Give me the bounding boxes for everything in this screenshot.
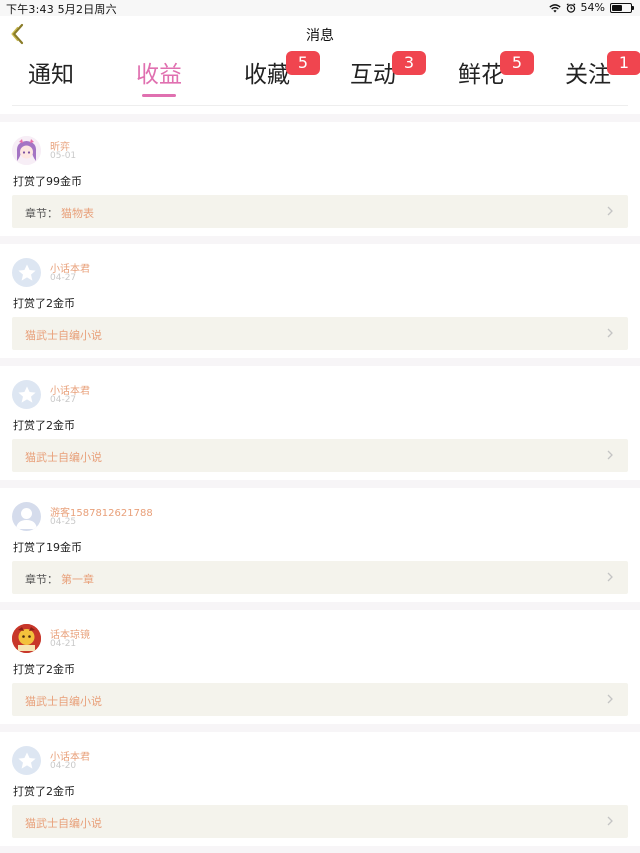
chapter-prefix: 章节： [25, 573, 58, 586]
star-avatar[interactable] [12, 380, 41, 409]
page-title: 消息 [306, 28, 334, 44]
battery-fill [612, 4, 622, 11]
chevron-left-icon [11, 23, 24, 45]
feed-item: 小话本君 04-27 打赏了2金币 猫武士自编小说 [0, 366, 640, 480]
feed-item: 游客1587812621788 04-25 打赏了19金币 章节： 第一章 [0, 488, 640, 602]
girl-avatar[interactable] [12, 136, 41, 165]
tab-follows[interactable]: 关注 1 [543, 51, 640, 104]
feed-item: 昕弈 05-01 打赏了99金币 章节： 猫物表 [0, 122, 640, 236]
tab-label: 收益 [136, 62, 182, 88]
post-date: 04-27 [50, 395, 77, 405]
chevron-right-icon [607, 450, 613, 460]
battery-percent: 54% [580, 1, 605, 14]
book-title: 猫武士自编小说 [25, 695, 102, 708]
book-title: 猫武士自编小说 [25, 451, 102, 464]
reward-description: 打赏了2金币 [13, 297, 75, 310]
tab-notifications[interactable]: 通知 [6, 58, 96, 104]
tabs-divider [12, 105, 628, 106]
chevron-right-icon [607, 694, 613, 704]
app-root: 下午3:43 5月2日周六 54% 消息 通知 收益 收藏 5 互动 3 鲜花 … [0, 0, 640, 853]
tab-favorites[interactable]: 收藏 5 [222, 51, 320, 104]
alarm-clock-icon [566, 2, 575, 13]
star-avatar[interactable] [12, 258, 41, 287]
feed-item: 小话本君 04-27 打赏了2金币 猫武士自编小说 [0, 244, 640, 358]
chevron-right-icon [607, 206, 613, 216]
book-link[interactable]: 猫武士自编小说 [12, 805, 628, 838]
chapter-title: 猫物表 [61, 207, 94, 220]
post-date: 04-21 [50, 639, 77, 649]
tab-interactions[interactable]: 互动 3 [328, 51, 426, 104]
book-link[interactable]: 猫武士自编小说 [12, 317, 628, 350]
tab-bar: 通知 收益 收藏 5 互动 3 鲜花 5 关注 1 [0, 51, 640, 114]
reward-description: 打赏了2金币 [13, 663, 75, 676]
book-title: 猫武士自编小说 [25, 817, 102, 830]
back-button[interactable] [4, 20, 32, 48]
post-date: 04-25 [50, 517, 77, 527]
reward-description: 打赏了19金币 [13, 541, 82, 554]
wifi-icon [548, 3, 561, 12]
post-date: 04-27 [50, 273, 77, 283]
post-date: 05-01 [50, 151, 77, 161]
star-icon [17, 264, 36, 281]
tab-label: 通知 [28, 62, 74, 88]
unread-badge: 1 [607, 51, 640, 75]
feed-item: 小话本君 04-20 打赏了2金币 猫武士自编小说 [0, 732, 640, 846]
chevron-right-icon [607, 328, 613, 338]
status-right: 54% [548, 1, 634, 14]
chapter-link[interactable]: 章节： 猫物表 [12, 195, 628, 228]
chevron-right-icon [607, 816, 613, 826]
person-icon [16, 508, 37, 529]
chapter-prefix: 章节： [25, 207, 58, 220]
girl-avatar-icon [12, 136, 41, 165]
mascot-avatar[interactable] [12, 624, 41, 653]
active-tab-indicator [142, 94, 176, 97]
chapter-link[interactable]: 章节： 第一章 [12, 561, 628, 594]
unread-badge: 3 [392, 51, 426, 75]
star-icon [17, 752, 36, 769]
post-date: 04-20 [50, 761, 77, 771]
reward-description: 打赏了2金币 [13, 785, 75, 798]
battery-icon [610, 2, 634, 13]
book-title: 猫武士自编小说 [25, 329, 102, 342]
tab-flowers[interactable]: 鲜花 5 [436, 51, 534, 104]
star-avatar[interactable] [12, 746, 41, 775]
chapter-title: 第一章 [61, 573, 94, 586]
book-link[interactable]: 猫武士自编小说 [12, 439, 628, 472]
mascot-icon [12, 624, 41, 653]
reward-description: 打赏了2金币 [13, 419, 75, 432]
status-time-date: 下午3:43 5月2日周六 [6, 3, 117, 16]
book-link[interactable]: 猫武士自编小说 [12, 683, 628, 716]
navigation-bar: 消息 [0, 16, 640, 52]
reward-description: 打赏了99金币 [13, 175, 82, 188]
tab-earnings[interactable]: 收益 [114, 58, 204, 104]
star-icon [17, 386, 36, 403]
person-avatar[interactable] [12, 502, 41, 531]
unread-badge: 5 [286, 51, 320, 75]
feed-item: 话本琼镜 04-21 打赏了2金币 猫武士自编小说 [0, 610, 640, 724]
unread-badge: 5 [500, 51, 534, 75]
chevron-right-icon [607, 572, 613, 582]
status-bar: 下午3:43 5月2日周六 54% [0, 0, 640, 16]
